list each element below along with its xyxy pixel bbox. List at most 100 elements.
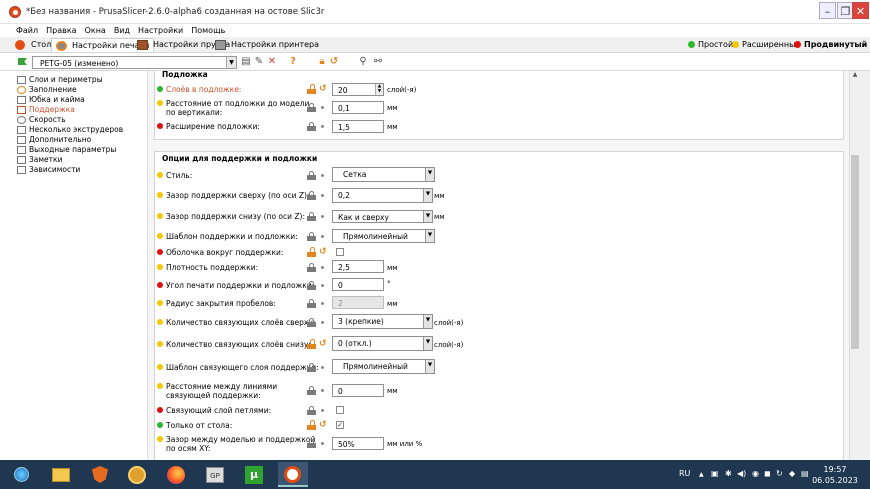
lock-icon[interactable] xyxy=(307,263,316,272)
layers-icon xyxy=(17,76,26,84)
minimize-button[interactable]: – xyxy=(819,2,836,19)
lock-icon[interactable] xyxy=(307,122,316,131)
clock-date[interactable]: 06.05.2023 xyxy=(812,476,858,485)
undo-icon[interactable]: ↺ xyxy=(319,340,328,349)
support-sheath-checkbox[interactable] xyxy=(336,248,344,256)
menu-edit[interactable]: Правка xyxy=(42,24,80,35)
keyboard-icon[interactable]: ▤ xyxy=(801,469,809,478)
lock-icon[interactable] xyxy=(307,281,316,290)
menu-file[interactable]: Файл xyxy=(0,24,42,35)
tab-plater[interactable]: Стол xyxy=(11,38,55,52)
undo-icon[interactable]: ↺ xyxy=(319,421,328,430)
lock-icon[interactable] xyxy=(307,103,316,112)
sync-icon[interactable]: ↻ xyxy=(776,469,783,478)
sidebar-item-dependencies[interactable]: Зависимости xyxy=(17,165,80,175)
compare-icon[interactable]: ⚯ xyxy=(372,56,384,68)
unlocked-lock-icon[interactable] xyxy=(307,339,316,349)
top-interface-layers-dropdown[interactable]: 3 (крепкие) ▼ xyxy=(332,314,433,329)
support-bottom-z-dropdown[interactable]: Как и сверху ▼ xyxy=(332,210,433,223)
taskbar-utorrent[interactable]: µ xyxy=(239,462,269,487)
bottom-interface-layers-dropdown[interactable]: 0 (откл.) ▼ xyxy=(332,336,433,351)
gpu-icon[interactable]: ◼ xyxy=(764,469,771,478)
lock-icon[interactable] xyxy=(307,191,316,200)
sidebar-item-layers[interactable]: Слои и периметры xyxy=(17,75,103,85)
raft-contact-distance-input[interactable]: 0,1 xyxy=(332,101,384,114)
sidebar-item-infill[interactable]: Заполнение xyxy=(17,85,77,95)
menu-windows[interactable]: Окна xyxy=(81,24,110,35)
lock-icon[interactable] xyxy=(307,363,316,372)
taskbar-gp[interactable]: GP xyxy=(200,462,230,487)
clock-time[interactable]: 19:57 xyxy=(815,465,855,474)
support-angle-input[interactable]: 0 xyxy=(332,278,384,291)
lock-icon[interactable]: 🔒︎ xyxy=(316,56,328,68)
sidebar-item-support[interactable]: Поддержка xyxy=(17,105,75,115)
sidebar-item-notes[interactable]: Заметки xyxy=(17,155,62,165)
rename-icon[interactable]: ✎ xyxy=(253,56,265,68)
question-icon[interactable]: ? xyxy=(287,56,299,68)
undo-icon[interactable]: ↺ xyxy=(328,56,340,68)
interface-spacing-input[interactable]: 0 xyxy=(332,384,384,397)
vertical-scrollbar[interactable]: ▲ xyxy=(849,71,860,460)
lock-icon[interactable] xyxy=(307,212,316,221)
search-icon[interactable]: ⚲ xyxy=(357,56,369,68)
sidebar-item-advanced[interactable]: Дополнительно xyxy=(17,135,91,145)
lock-icon[interactable] xyxy=(307,318,316,327)
scroll-up-icon[interactable]: ▲ xyxy=(850,71,860,81)
buildplate-only-checkbox[interactable]: ✓ xyxy=(336,421,344,429)
raft-layers-unit: слой(-я) xyxy=(387,86,417,94)
interface-loops-checkbox[interactable] xyxy=(336,406,344,414)
tray-up-icon[interactable]: ▲ xyxy=(699,471,704,478)
volume-icon[interactable]: ◀︎) xyxy=(737,469,746,478)
taskbar-avast[interactable] xyxy=(85,462,115,487)
mode-simple[interactable]: Простой xyxy=(688,40,733,49)
spin-arrows-icon[interactable]: ▲ ▼ xyxy=(375,84,383,95)
taskbar-explorer[interactable] xyxy=(46,462,76,487)
mode-expert[interactable]: Продвинутый xyxy=(794,40,867,49)
tab-printer-settings[interactable]: Настройки принтера xyxy=(211,38,323,52)
mode-advanced[interactable]: Расширенный xyxy=(732,40,801,49)
undo-icon[interactable]: ↺ xyxy=(319,85,328,94)
xy-separation-input[interactable]: 50% xyxy=(332,437,384,450)
lock-icon[interactable] xyxy=(307,439,316,448)
lock-icon[interactable] xyxy=(307,386,316,395)
sidebar-item-extruders[interactable]: Несколько экструдеров xyxy=(17,125,123,135)
support-style-dropdown[interactable]: Сетка ▼ xyxy=(332,167,435,182)
support-spacing-input[interactable]: 2,5 xyxy=(332,260,384,273)
security-icon[interactable]: ◆ xyxy=(789,469,795,478)
delete-icon[interactable]: ✕ xyxy=(266,56,278,68)
raft-expansion-input[interactable]: 1,5 xyxy=(332,120,384,133)
green-dot-icon xyxy=(157,422,163,428)
taskbar-amd[interactable] xyxy=(122,462,152,487)
unlocked-lock-icon[interactable] xyxy=(307,247,316,257)
interface-pattern-dropdown[interactable]: Прямолинейный ▼ xyxy=(332,359,435,374)
network-icon[interactable]: ▣ xyxy=(711,469,719,478)
monitor-icon[interactable]: ◉ xyxy=(752,469,759,478)
menu-settings[interactable]: Настройки xyxy=(134,24,187,35)
bluetooth-icon[interactable]: ✱ xyxy=(725,469,732,478)
raft-layers-input[interactable]: 20 ▲ ▼ xyxy=(332,83,384,96)
save-icon[interactable]: ▤ xyxy=(240,56,252,68)
sidebar-item-output[interactable]: Выходные параметры xyxy=(17,145,116,155)
taskbar-firefox[interactable] xyxy=(161,462,191,487)
sidebar-item-skirt[interactable]: Юбка и кайма xyxy=(17,95,85,105)
start-button[interactable] xyxy=(6,462,36,487)
unlocked-lock-icon[interactable] xyxy=(307,420,316,430)
preset-dropdown[interactable]: PETG-05 (изменено) ▼ xyxy=(32,56,237,69)
undo-icon[interactable]: ↺ xyxy=(319,248,328,257)
menu-view[interactable]: Вид xyxy=(110,24,134,35)
lock-icon[interactable] xyxy=(307,299,316,308)
lock-icon[interactable] xyxy=(307,406,316,415)
support-pattern-dropdown[interactable]: Прямолинейный ▼ xyxy=(332,229,435,243)
yellow-dot-icon xyxy=(157,172,163,178)
close-button[interactable]: ✕ xyxy=(852,2,869,19)
support-top-z-label: Зазор поддержки сверху (по оси Z): xyxy=(157,191,309,200)
lock-icon[interactable] xyxy=(307,171,316,180)
taskbar-prusaslicer[interactable] xyxy=(278,462,308,487)
unlocked-lock-icon[interactable] xyxy=(307,84,316,94)
sidebar-item-speed[interactable]: Скорость xyxy=(17,115,66,125)
language-indicator[interactable]: RU xyxy=(679,469,690,478)
support-top-z-dropdown[interactable]: 0,2 ▼ xyxy=(332,188,433,203)
lock-icon[interactable] xyxy=(307,232,316,241)
menu-help[interactable]: Помощь xyxy=(187,24,229,35)
scroll-thumb[interactable] xyxy=(851,155,859,349)
